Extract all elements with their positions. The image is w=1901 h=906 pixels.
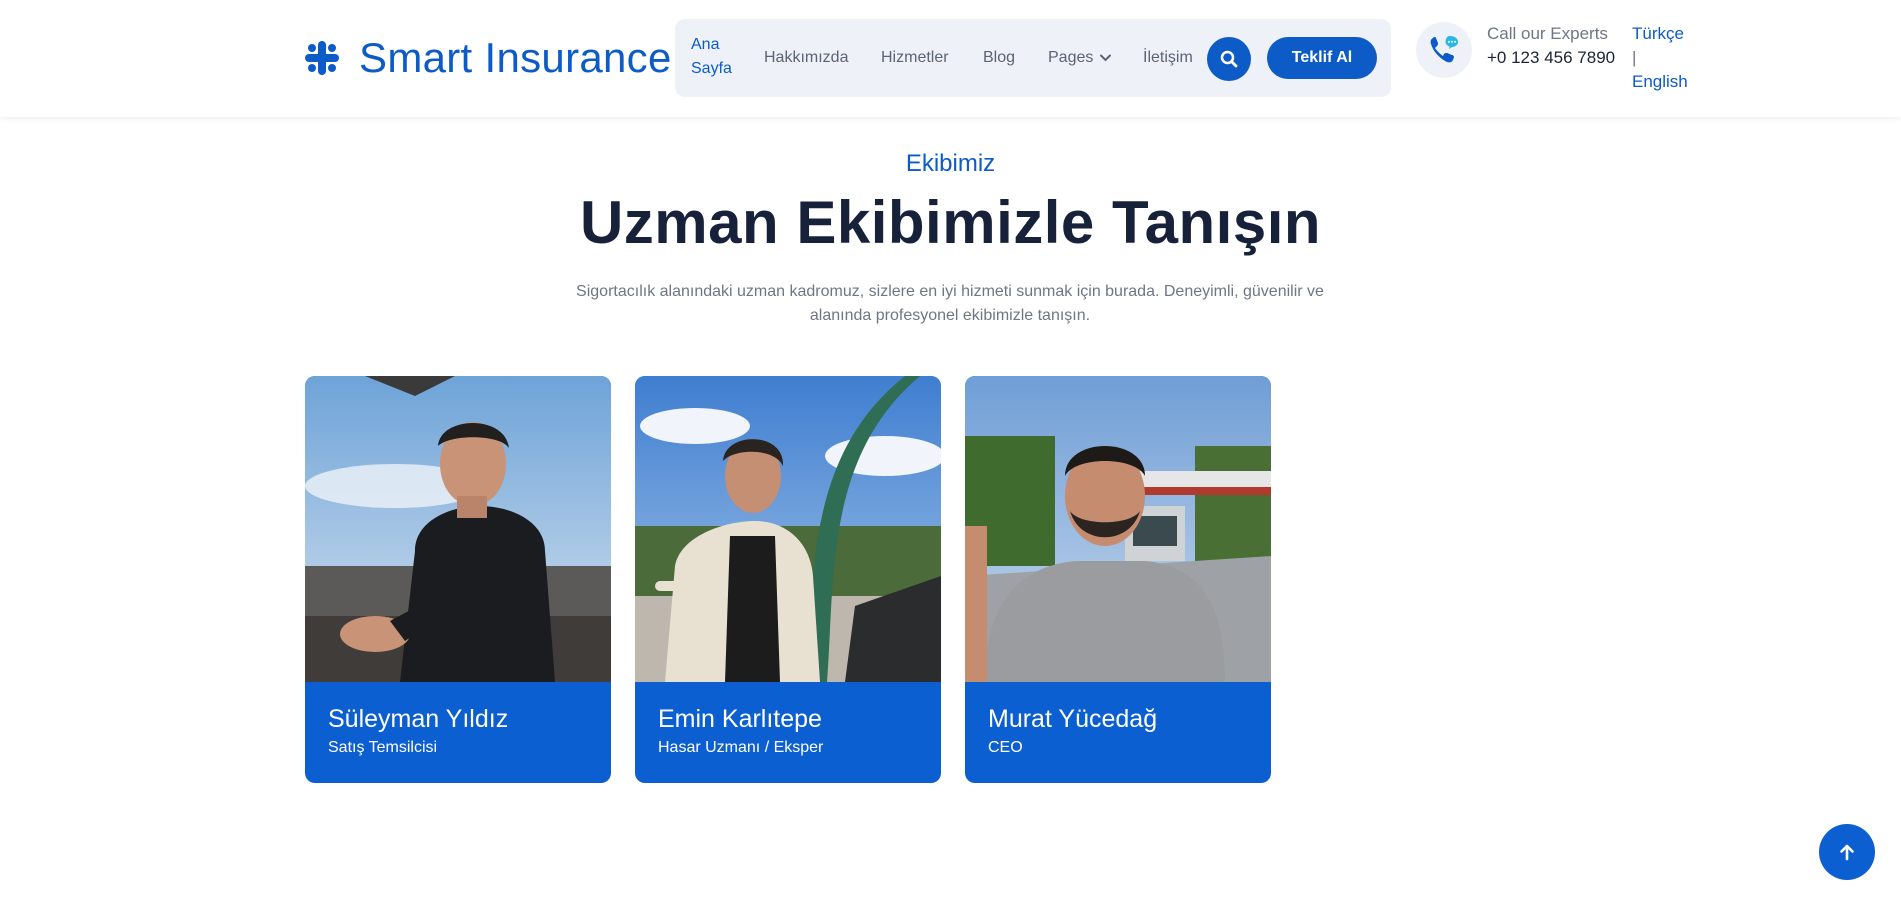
section-title: Uzman Ekibimizle Tanışın [579, 189, 1322, 256]
team-member-role: Hasar Uzmanı / Eksper [658, 739, 824, 756]
search-icon [1220, 50, 1238, 68]
team-card[interactable]: Murat Yücedağ CEO [965, 376, 1271, 783]
language-switcher: Türkçe | English [1632, 22, 1688, 94]
arrow-up-icon [1840, 844, 1854, 861]
team-card[interactable]: Emin Karlıtepe Hasar Uzmanı / Eksper [635, 376, 941, 783]
lang-turkish[interactable]: Türkçe [1632, 22, 1688, 46]
chevron-down-icon [1100, 54, 1112, 62]
team-member-name: Süleyman Yıldız [328, 705, 509, 733]
nav-pages-dropdown[interactable]: Pages [1048, 46, 1112, 70]
team-card[interactable]: Süleyman Yıldız Satış Temsilcisi [305, 376, 611, 783]
call-experts-label: Call our Experts [1487, 24, 1608, 43]
nav-contact[interactable]: İletişim [1143, 46, 1193, 70]
call-icon-badge[interactable] [1416, 22, 1472, 78]
team-member-role: Satış Temsilcisi [328, 739, 438, 756]
get-quote-button[interactable]: Teklif Al [1267, 37, 1377, 79]
team-member-photo [305, 376, 611, 682]
team-member-photo [635, 376, 941, 682]
call-phone-number[interactable]: +0 123 456 7890 [1487, 46, 1615, 70]
nav-about[interactable]: Hakkımızda [764, 46, 848, 70]
lang-separator: | [1632, 48, 1637, 67]
site-header: Smart Insurance Ana Sayfa Hakkımızda Hiz… [0, 0, 1901, 117]
nav-blog[interactable]: Blog [983, 46, 1015, 70]
section-description: Sigortacılık alanındaki uzman kadromuz, … [576, 283, 1324, 324]
team-member-name: Emin Karlıtepe [658, 705, 822, 733]
lang-english[interactable]: English [1632, 70, 1688, 94]
search-button[interactable] [1207, 37, 1251, 81]
team-member-role: CEO [988, 739, 1023, 756]
main-nav: Ana Sayfa Hakkımızda Hizmetler Blog Page… [675, 19, 1391, 97]
nav-home[interactable]: Ana Sayfa [691, 33, 739, 81]
brand-name: Smart Insurance [359, 34, 672, 81]
team-member-name: Murat Yücedağ [988, 705, 1158, 733]
section-eyebrow: Ekibimiz [905, 150, 996, 177]
nav-pages-label: Pages [1048, 49, 1094, 66]
scroll-to-top-button[interactable] [1819, 824, 1875, 880]
phone-chat-icon [1430, 36, 1458, 63]
slack-like-logo-icon [305, 41, 339, 75]
team-member-photo [965, 376, 1271, 682]
nav-services[interactable]: Hizmetler [881, 46, 949, 70]
brand-logo[interactable]: Smart Insurance [303, 34, 672, 82]
